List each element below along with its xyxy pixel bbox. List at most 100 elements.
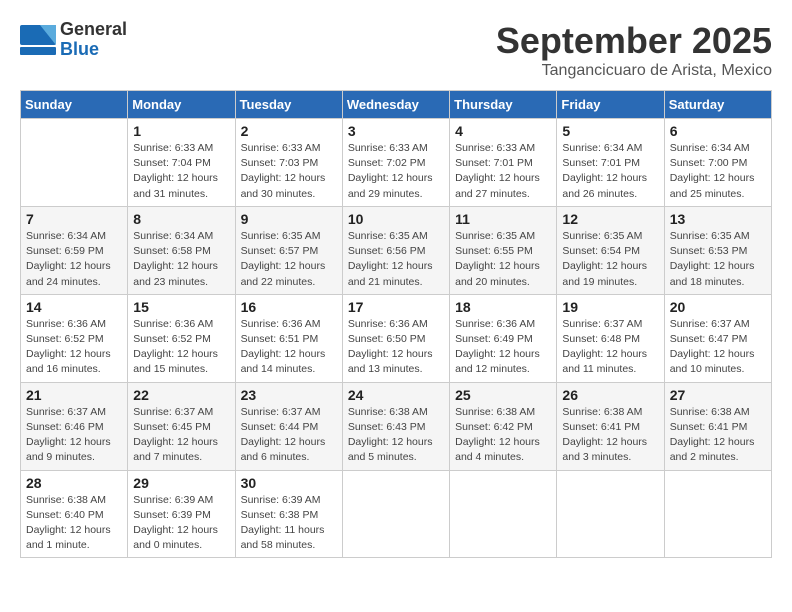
day-number: 10 — [348, 211, 444, 227]
calendar-cell — [664, 470, 771, 558]
calendar-cell: 8 Sunrise: 6:34 AM Sunset: 6:58 PM Daylig… — [128, 206, 235, 294]
calendar-cell: 10 Sunrise: 6:35 AM Sunset: 6:56 PM Dayli… — [342, 206, 449, 294]
day-info: Sunrise: 6:33 AM Sunset: 7:02 PM Dayligh… — [348, 141, 444, 202]
page-header: General Blue September 2025 Tangancicuar… — [20, 20, 772, 80]
day-info: Sunrise: 6:35 AM Sunset: 6:53 PM Dayligh… — [670, 229, 766, 290]
day-info: Sunrise: 6:37 AM Sunset: 6:46 PM Dayligh… — [26, 405, 122, 466]
calendar-week-row: 1 Sunrise: 6:33 AM Sunset: 7:04 PM Daylig… — [21, 119, 772, 207]
day-number: 8 — [133, 211, 229, 227]
day-info: Sunrise: 6:35 AM Sunset: 6:57 PM Dayligh… — [241, 229, 337, 290]
day-info: Sunrise: 6:36 AM Sunset: 6:51 PM Dayligh… — [241, 317, 337, 378]
calendar-cell: 14 Sunrise: 6:36 AM Sunset: 6:52 PM Dayli… — [21, 294, 128, 382]
day-info: Sunrise: 6:35 AM Sunset: 6:56 PM Dayligh… — [348, 229, 444, 290]
calendar-location: Tangancicuaro de Arista, Mexico — [496, 62, 772, 80]
calendar-header-row: Sunday Monday Tuesday Wednesday Thursday… — [21, 91, 772, 119]
day-number: 30 — [241, 475, 337, 491]
day-info: Sunrise: 6:33 AM Sunset: 7:04 PM Dayligh… — [133, 141, 229, 202]
day-info: Sunrise: 6:38 AM Sunset: 6:42 PM Dayligh… — [455, 405, 551, 466]
logo-icon — [20, 25, 56, 55]
header-thursday: Thursday — [450, 91, 557, 119]
calendar-cell: 29 Sunrise: 6:39 AM Sunset: 6:39 PM Dayli… — [128, 470, 235, 558]
logo-blue-text: Blue — [60, 39, 99, 59]
calendar-cell: 28 Sunrise: 6:38 AM Sunset: 6:40 PM Dayli… — [21, 470, 128, 558]
day-number: 3 — [348, 123, 444, 139]
day-info: Sunrise: 6:36 AM Sunset: 6:49 PM Dayligh… — [455, 317, 551, 378]
day-number: 19 — [562, 299, 658, 315]
calendar-cell: 30 Sunrise: 6:39 AM Sunset: 6:38 PM Dayli… — [235, 470, 342, 558]
calendar-cell: 19 Sunrise: 6:37 AM Sunset: 6:48 PM Dayli… — [557, 294, 664, 382]
calendar-cell — [342, 470, 449, 558]
calendar-cell: 7Sunrise: 6:34 AM Sunset: 6:59 PM Daylig… — [21, 206, 128, 294]
day-number: 22 — [133, 387, 229, 403]
day-number: 27 — [670, 387, 766, 403]
day-info: Sunrise: 6:38 AM Sunset: 6:40 PM Dayligh… — [26, 493, 122, 554]
calendar-cell: 12Sunrise: 6:35 AM Sunset: 6:54 PM Dayli… — [557, 206, 664, 294]
day-info: Sunrise: 6:38 AM Sunset: 6:41 PM Dayligh… — [670, 405, 766, 466]
calendar-week-row: 14 Sunrise: 6:36 AM Sunset: 6:52 PM Dayli… — [21, 294, 772, 382]
day-info: Sunrise: 6:39 AM Sunset: 6:38 PM Dayligh… — [241, 493, 337, 554]
calendar-cell: 23 Sunrise: 6:37 AM Sunset: 6:44 PM Dayli… — [235, 382, 342, 470]
day-info: Sunrise: 6:37 AM Sunset: 6:47 PM Dayligh… — [670, 317, 766, 378]
day-info: Sunrise: 6:35 AM Sunset: 6:55 PM Dayligh… — [455, 229, 551, 290]
day-number: 13 — [670, 211, 766, 227]
day-number: 28 — [26, 475, 122, 491]
day-number: 23 — [241, 387, 337, 403]
day-info: Sunrise: 6:38 AM Sunset: 6:43 PM Dayligh… — [348, 405, 444, 466]
day-number: 18 — [455, 299, 551, 315]
calendar-cell: 22 Sunrise: 6:37 AM Sunset: 6:45 PM Dayli… — [128, 382, 235, 470]
day-info: Sunrise: 6:37 AM Sunset: 6:48 PM Dayligh… — [562, 317, 658, 378]
day-number: 1 — [133, 123, 229, 139]
day-info: Sunrise: 6:39 AM Sunset: 6:39 PM Dayligh… — [133, 493, 229, 554]
calendar-cell: 21 Sunrise: 6:37 AM Sunset: 6:46 PM Dayli… — [21, 382, 128, 470]
calendar-cell: 13 Sunrise: 6:35 AM Sunset: 6:53 PM Dayli… — [664, 206, 771, 294]
header-monday: Monday — [128, 91, 235, 119]
calendar-cell: 5 Sunrise: 6:34 AM Sunset: 7:01 PM Daylig… — [557, 119, 664, 207]
day-number: 25 — [455, 387, 551, 403]
calendar-cell: 24 Sunrise: 6:38 AM Sunset: 6:43 PM Dayli… — [342, 382, 449, 470]
day-number: 14 — [26, 299, 122, 315]
day-number: 16 — [241, 299, 337, 315]
day-number: 29 — [133, 475, 229, 491]
calendar-week-row: 28 Sunrise: 6:38 AM Sunset: 6:40 PM Dayli… — [21, 470, 772, 558]
calendar-cell: 17 Sunrise: 6:36 AM Sunset: 6:50 PM Dayli… — [342, 294, 449, 382]
calendar-cell: 15 Sunrise: 6:36 AM Sunset: 6:52 PM Dayli… — [128, 294, 235, 382]
calendar-cell: 1 Sunrise: 6:33 AM Sunset: 7:04 PM Daylig… — [128, 119, 235, 207]
calendar-title-area: September 2025 Tangancicuaro de Arista, … — [496, 20, 772, 80]
day-info: Sunrise: 6:34 AM Sunset: 7:00 PM Dayligh… — [670, 141, 766, 202]
day-number: 12 — [562, 211, 658, 227]
header-sunday: Sunday — [21, 91, 128, 119]
logo-general-text: General — [60, 19, 127, 39]
calendar-cell — [450, 470, 557, 558]
calendar-cell: 16 Sunrise: 6:36 AM Sunset: 6:51 PM Dayli… — [235, 294, 342, 382]
calendar-week-row: 7Sunrise: 6:34 AM Sunset: 6:59 PM Daylig… — [21, 206, 772, 294]
day-info: Sunrise: 6:36 AM Sunset: 6:52 PM Dayligh… — [133, 317, 229, 378]
day-number: 24 — [348, 387, 444, 403]
header-wednesday: Wednesday — [342, 91, 449, 119]
header-saturday: Saturday — [664, 91, 771, 119]
day-number: 5 — [562, 123, 658, 139]
day-number: 6 — [670, 123, 766, 139]
header-friday: Friday — [557, 91, 664, 119]
day-info: Sunrise: 6:37 AM Sunset: 6:45 PM Dayligh… — [133, 405, 229, 466]
calendar-week-row: 21 Sunrise: 6:37 AM Sunset: 6:46 PM Dayli… — [21, 382, 772, 470]
day-info: Sunrise: 6:34 AM Sunset: 6:59 PM Dayligh… — [26, 229, 122, 290]
day-number: 21 — [26, 387, 122, 403]
calendar-cell: 6 Sunrise: 6:34 AM Sunset: 7:00 PM Daylig… — [664, 119, 771, 207]
calendar-cell: 20 Sunrise: 6:37 AM Sunset: 6:47 PM Dayli… — [664, 294, 771, 382]
day-number: 20 — [670, 299, 766, 315]
day-info: Sunrise: 6:34 AM Sunset: 6:58 PM Dayligh… — [133, 229, 229, 290]
day-info: Sunrise: 6:33 AM Sunset: 7:03 PM Dayligh… — [241, 141, 337, 202]
day-info: Sunrise: 6:36 AM Sunset: 6:50 PM Dayligh… — [348, 317, 444, 378]
day-number: 26 — [562, 387, 658, 403]
calendar-cell: 3 Sunrise: 6:33 AM Sunset: 7:02 PM Daylig… — [342, 119, 449, 207]
day-number: 9 — [241, 211, 337, 227]
day-number: 15 — [133, 299, 229, 315]
day-info: Sunrise: 6:34 AM Sunset: 7:01 PM Dayligh… — [562, 141, 658, 202]
day-info: Sunrise: 6:38 AM Sunset: 6:41 PM Dayligh… — [562, 405, 658, 466]
calendar-cell — [557, 470, 664, 558]
day-number: 17 — [348, 299, 444, 315]
day-info: Sunrise: 6:37 AM Sunset: 6:44 PM Dayligh… — [241, 405, 337, 466]
day-info: Sunrise: 6:36 AM Sunset: 6:52 PM Dayligh… — [26, 317, 122, 378]
header-tuesday: Tuesday — [235, 91, 342, 119]
calendar-cell: 18 Sunrise: 6:36 AM Sunset: 6:49 PM Dayli… — [450, 294, 557, 382]
